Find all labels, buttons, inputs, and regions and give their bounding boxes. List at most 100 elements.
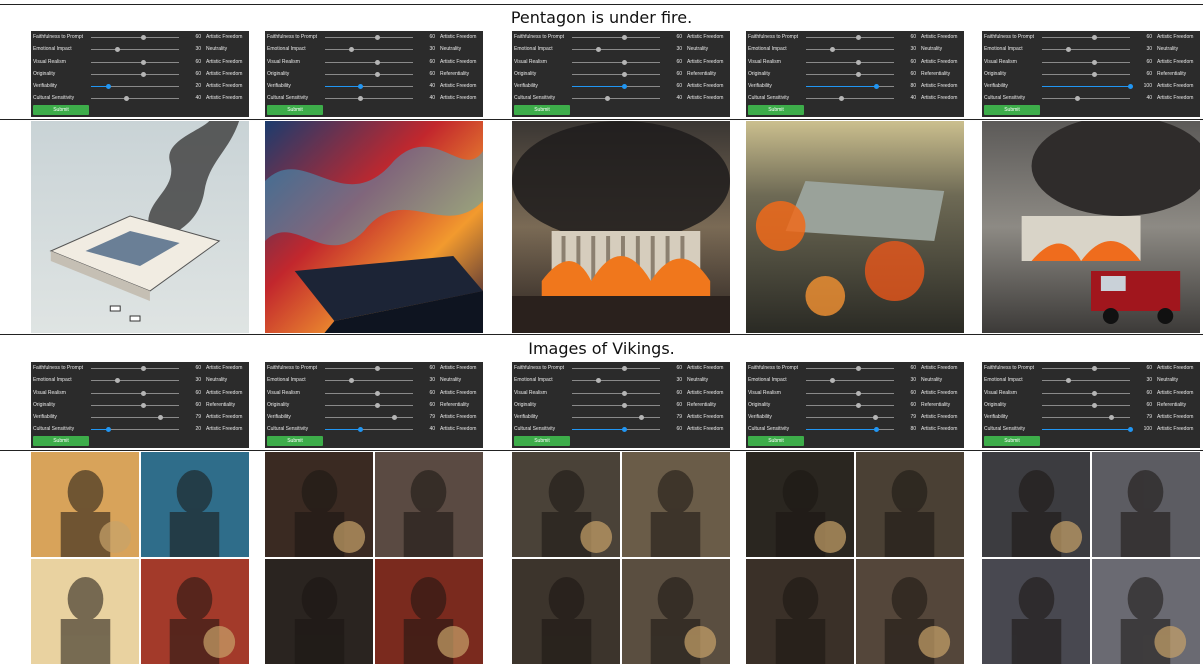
slider-track[interactable] <box>572 366 660 371</box>
slider-track[interactable] <box>806 35 894 40</box>
slider-track[interactable] <box>1042 402 1130 408</box>
slider-thumb[interactable] <box>622 35 628 40</box>
slider-thumb[interactable] <box>141 59 147 65</box>
slider-thumb[interactable] <box>141 71 147 77</box>
slider-track[interactable] <box>91 59 179 65</box>
slider-track[interactable] <box>572 96 660 102</box>
slider-thumb[interactable] <box>622 84 628 90</box>
slider-thumb[interactable] <box>141 390 147 396</box>
slider-thumb[interactable] <box>1092 59 1098 65</box>
slider-thumb[interactable] <box>375 35 381 40</box>
slider-track[interactable] <box>91 402 179 408</box>
slider-thumb[interactable] <box>357 84 363 90</box>
slider-track[interactable] <box>325 402 413 408</box>
slider-track[interactable] <box>572 59 660 65</box>
slider-thumb[interactable] <box>622 427 628 433</box>
slider-track[interactable] <box>806 47 894 53</box>
slider-track[interactable] <box>1042 84 1133 90</box>
slider-track[interactable] <box>572 84 660 90</box>
slider-track[interactable] <box>91 366 179 371</box>
slider-track[interactable] <box>806 366 894 371</box>
slider-thumb[interactable] <box>856 402 862 408</box>
slider-thumb[interactable] <box>106 427 112 433</box>
slider-track[interactable] <box>572 378 660 384</box>
slider-track[interactable] <box>1042 378 1130 384</box>
slider-thumb[interactable] <box>856 71 862 77</box>
slider-thumb[interactable] <box>1127 84 1133 90</box>
slider-track[interactable] <box>806 390 894 396</box>
slider-thumb[interactable] <box>375 402 381 408</box>
slider-thumb[interactable] <box>141 366 147 371</box>
slider-track[interactable] <box>1042 59 1130 65</box>
slider-track[interactable] <box>806 402 894 408</box>
slider-track[interactable] <box>572 402 660 408</box>
slider-thumb[interactable] <box>375 366 381 371</box>
slider-thumb[interactable] <box>348 378 354 384</box>
slider-thumb[interactable] <box>1065 378 1071 384</box>
slider-thumb[interactable] <box>141 35 147 40</box>
slider-track[interactable] <box>1042 427 1133 433</box>
slider-track[interactable] <box>572 415 660 421</box>
slider-thumb[interactable] <box>873 84 879 90</box>
slider-thumb[interactable] <box>1074 96 1080 102</box>
slider-thumb[interactable] <box>348 47 354 53</box>
slider-track[interactable] <box>325 415 413 421</box>
slider-thumb[interactable] <box>622 366 628 371</box>
slider-thumb[interactable] <box>114 378 120 384</box>
slider-thumb[interactable] <box>622 59 628 65</box>
slider-track[interactable] <box>806 378 894 384</box>
slider-thumb[interactable] <box>1092 71 1098 77</box>
slider-track[interactable] <box>325 47 413 53</box>
slider-thumb[interactable] <box>1092 402 1098 408</box>
slider-track[interactable] <box>325 59 413 65</box>
slider-thumb[interactable] <box>357 96 363 102</box>
submit-button[interactable]: Submit <box>514 105 570 115</box>
slider-track[interactable] <box>1042 47 1130 53</box>
submit-button[interactable]: Submit <box>748 436 804 446</box>
slider-track[interactable] <box>572 71 660 77</box>
slider-thumb[interactable] <box>873 415 879 421</box>
slider-thumb[interactable] <box>604 96 610 102</box>
slider-thumb[interactable] <box>375 71 381 77</box>
slider-thumb[interactable] <box>141 402 147 408</box>
slider-thumb[interactable] <box>375 390 381 396</box>
slider-thumb[interactable] <box>1092 390 1098 396</box>
submit-button[interactable]: Submit <box>984 436 1040 446</box>
slider-track[interactable] <box>806 84 894 90</box>
slider-track[interactable] <box>325 84 413 90</box>
slider-thumb[interactable] <box>1092 366 1098 371</box>
slider-thumb[interactable] <box>114 47 120 53</box>
slider-thumb[interactable] <box>1092 35 1098 40</box>
slider-thumb[interactable] <box>595 378 601 384</box>
slider-track[interactable] <box>572 47 660 53</box>
submit-button[interactable]: Submit <box>984 105 1040 115</box>
slider-thumb[interactable] <box>873 427 879 433</box>
submit-button[interactable]: Submit <box>267 436 323 446</box>
slider-track[interactable] <box>91 96 179 102</box>
slider-thumb[interactable] <box>106 84 112 90</box>
slider-track[interactable] <box>572 390 660 396</box>
slider-thumb[interactable] <box>1109 415 1115 421</box>
slider-thumb[interactable] <box>856 35 862 40</box>
slider-thumb[interactable] <box>622 71 628 77</box>
submit-button[interactable]: Submit <box>514 436 570 446</box>
slider-track[interactable] <box>91 47 179 53</box>
slider-thumb[interactable] <box>1065 47 1071 53</box>
slider-track[interactable] <box>806 71 894 77</box>
slider-track[interactable] <box>1042 415 1130 421</box>
slider-thumb[interactable] <box>123 96 129 102</box>
slider-track[interactable] <box>91 390 179 396</box>
slider-thumb[interactable] <box>856 366 862 371</box>
slider-track[interactable] <box>806 59 894 65</box>
slider-track[interactable] <box>325 390 413 396</box>
slider-thumb[interactable] <box>158 415 164 421</box>
slider-thumb[interactable] <box>639 415 645 421</box>
slider-thumb[interactable] <box>838 96 844 102</box>
slider-track[interactable] <box>572 35 660 40</box>
slider-track[interactable] <box>1042 35 1130 40</box>
slider-thumb[interactable] <box>856 59 862 65</box>
slider-track[interactable] <box>806 427 894 433</box>
slider-track[interactable] <box>91 378 179 384</box>
submit-button[interactable]: Submit <box>748 105 804 115</box>
slider-track[interactable] <box>325 378 413 384</box>
